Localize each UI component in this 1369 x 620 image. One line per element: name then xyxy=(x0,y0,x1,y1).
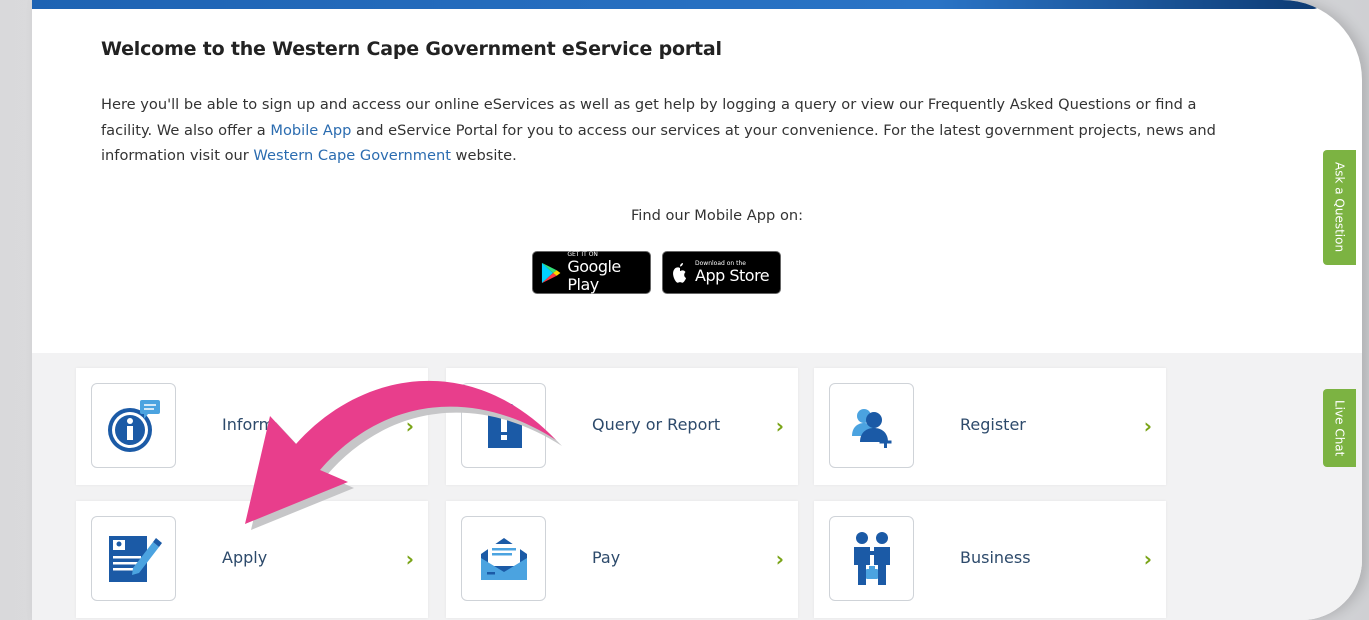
find-app-label: Find our Mobile App on: xyxy=(630,207,804,224)
application-form-icon xyxy=(91,516,176,601)
apple-icon xyxy=(673,262,686,283)
intro-paragraph: Here you'll be able to sign up and acces… xyxy=(101,92,1221,169)
service-card-register[interactable]: Register › xyxy=(814,368,1166,485)
service-label-inform: Inform xyxy=(222,415,275,434)
chevron-right-icon: › xyxy=(775,414,784,438)
portal-page: Welcome to the Western Cape Government e… xyxy=(32,0,1362,620)
page-title: Welcome to the Western Cape Government e… xyxy=(101,38,722,60)
service-label-register: Register xyxy=(960,415,1026,434)
service-card-business[interactable]: Business › xyxy=(814,501,1166,618)
service-label-query-or-report: Query or Report xyxy=(592,415,721,434)
service-card-query-or-report[interactable]: Query or Report › xyxy=(446,368,798,485)
western-cape-government-link[interactable]: Western Cape Government xyxy=(253,147,451,164)
chevron-right-icon: › xyxy=(405,414,414,438)
live-chat-tab[interactable]: Live Chat xyxy=(1323,389,1356,467)
app-store-badge[interactable]: Download on the App Store xyxy=(662,251,781,294)
document-icon xyxy=(461,383,546,468)
envelope-pay-icon xyxy=(461,516,546,601)
service-card-pay[interactable]: Pay › xyxy=(446,501,798,618)
google-play-icon xyxy=(541,262,561,283)
service-label-apply: Apply xyxy=(222,548,268,567)
app-badges: GET IT ON Google Play Download on the Ap… xyxy=(532,251,781,294)
mobile-app-link[interactable]: Mobile App xyxy=(270,122,351,139)
google-play-text: Google Play xyxy=(567,257,621,294)
service-label-business: Business xyxy=(960,548,1031,567)
top-banner xyxy=(32,0,1322,9)
ask-a-question-tab[interactable]: Ask a Question xyxy=(1323,150,1356,265)
chevron-right-icon: › xyxy=(1143,414,1152,438)
service-card-apply[interactable]: Apply › xyxy=(76,501,428,618)
service-label-pay: Pay xyxy=(592,548,621,567)
business-people-icon xyxy=(829,516,914,601)
services-section: Inform › Query or Report › Register › Ap… xyxy=(32,353,1362,620)
register-user-icon xyxy=(829,383,914,468)
info-icon xyxy=(91,383,176,468)
service-card-inform[interactable]: Inform › xyxy=(76,368,428,485)
intro-text-3: website. xyxy=(450,147,517,164)
chevron-right-icon: › xyxy=(405,547,414,571)
app-store-text: App Store xyxy=(695,266,770,285)
google-play-badge[interactable]: GET IT ON Google Play xyxy=(532,251,651,294)
chevron-right-icon: › xyxy=(775,547,784,571)
chevron-right-icon: › xyxy=(1143,547,1152,571)
